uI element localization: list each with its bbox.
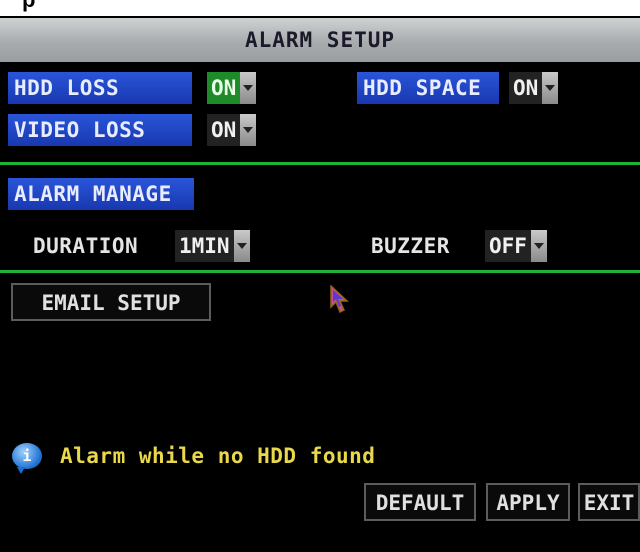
hdd-space-select[interactable]: ON: [509, 72, 559, 104]
hdd-loss-select[interactable]: ON: [207, 72, 257, 104]
exit-button[interactable]: EXIT: [578, 483, 640, 521]
cropped-heading-text: p: [22, 0, 35, 13]
video-loss-label: VIDEO LOSS: [8, 114, 192, 146]
hdd-loss-value: ON: [207, 72, 241, 104]
section-divider: [0, 162, 640, 165]
info-bubble-icon: i: [12, 443, 42, 474]
page-title: ALARM SETUP: [0, 18, 640, 62]
hdd-space-label: HDD SPACE: [357, 72, 499, 104]
video-loss-value: ON: [207, 114, 241, 146]
tip-message: Alarm while no HDD found: [60, 444, 376, 468]
duration-value: 1MIN: [175, 230, 234, 262]
section-divider: [0, 270, 640, 273]
chevron-down-icon: [240, 114, 257, 146]
buzzer-label: BUZZER: [371, 234, 450, 258]
chevron-down-icon: [530, 230, 547, 262]
hdd-space-value: ON: [509, 72, 543, 104]
chevron-down-icon: [542, 72, 559, 104]
default-button[interactable]: DEFAULT: [364, 483, 476, 521]
email-setup-button[interactable]: EMAIL SETUP: [11, 283, 211, 321]
chevron-down-icon: [233, 230, 250, 262]
mouse-pointer-icon: [330, 285, 349, 314]
buzzer-select[interactable]: OFF: [485, 230, 547, 262]
duration-label: DURATION: [33, 234, 139, 258]
video-loss-select[interactable]: ON: [207, 114, 257, 146]
status-tip: i Alarm while no HDD found: [12, 441, 376, 474]
alarm-manage-label: ALARM MANAGE: [8, 178, 194, 210]
hdd-loss-label: HDD LOSS: [8, 72, 192, 104]
chevron-down-icon: [240, 72, 257, 104]
apply-button[interactable]: APPLY: [486, 483, 570, 521]
top-strip: p: [0, 0, 640, 16]
buzzer-value: OFF: [485, 230, 531, 262]
duration-select[interactable]: 1MIN: [175, 230, 250, 262]
